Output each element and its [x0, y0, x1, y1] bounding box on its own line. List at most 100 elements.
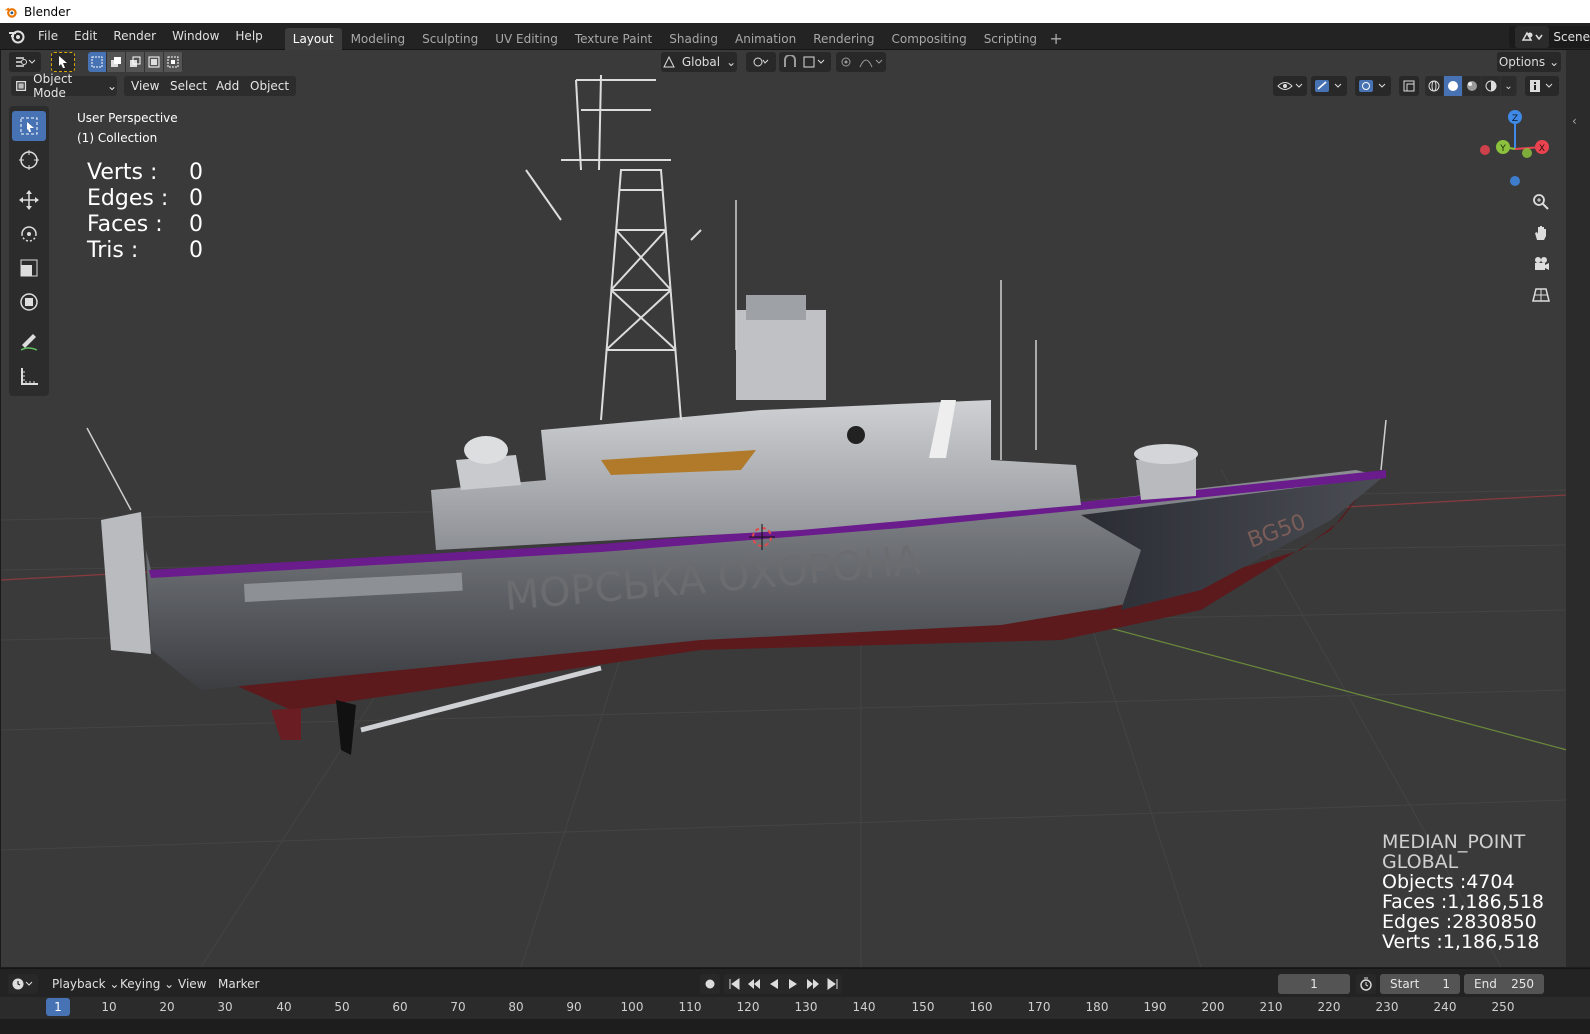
rotate-icon: [21, 226, 37, 242]
menu-help[interactable]: Help: [227, 25, 270, 47]
tool-move[interactable]: [9, 183, 49, 217]
shading-rendered-button[interactable]: [1482, 76, 1501, 96]
frame-tick: 140: [852, 1000, 876, 1014]
camera-view-button[interactable]: [1528, 251, 1554, 277]
object-mode-dropdown[interactable]: Object Mode ⌄: [11, 72, 117, 100]
current-frame-field[interactable]: 1: [1278, 974, 1350, 994]
next-keyframe-icon[interactable]: [806, 978, 820, 990]
editor-type-button[interactable]: [9, 52, 41, 72]
pivot-point-dropdown[interactable]: [746, 52, 776, 72]
menu-render[interactable]: Render: [105, 25, 164, 47]
end-frame-field[interactable]: End 250: [1464, 974, 1544, 994]
active-tool-button[interactable]: [51, 52, 75, 72]
start-frame-field[interactable]: Start 1: [1380, 974, 1460, 994]
play-reverse-icon[interactable]: [768, 978, 780, 990]
viewport-menu-object[interactable]: Object: [243, 76, 297, 96]
options-dropdown[interactable]: Options ⌄: [1497, 52, 1561, 72]
scene-field[interactable]: Scene: [1509, 25, 1590, 48]
timeline-track-area[interactable]: [0, 1019, 1590, 1034]
menu-window[interactable]: Window: [164, 25, 227, 47]
sidebar-collapsed[interactable]: ‹: [1566, 50, 1590, 967]
timeline-menu-view[interactable]: View: [172, 973, 212, 995]
stat-label: Verts :: [87, 160, 158, 185]
select-new-button[interactable]: [88, 52, 107, 72]
xray-icon: [1403, 80, 1415, 92]
menu-edit[interactable]: Edit: [66, 25, 105, 47]
select-subtract-button[interactable]: [126, 52, 145, 72]
menu-file[interactable]: File: [30, 25, 66, 47]
overlays-toggle[interactable]: [1355, 76, 1391, 96]
scene-icon[interactable]: [1515, 25, 1550, 48]
tab-rendering[interactable]: Rendering: [805, 28, 882, 50]
orientation-icon: [663, 56, 675, 68]
tool-scale[interactable]: [9, 251, 49, 285]
frame-tick: 130: [794, 1000, 818, 1014]
3d-viewport[interactable]: МОРСЬКА ОХОРОНА BG50 Z X Y Global ⌄ Opti…: [0, 50, 1566, 967]
scene-selector: Scene: [1509, 23, 1590, 50]
shading-wireframe-button[interactable]: [1425, 76, 1444, 96]
pan-button[interactable]: [1528, 220, 1554, 246]
shading-material-button[interactable]: [1463, 76, 1482, 96]
jump-start-icon[interactable]: [728, 978, 740, 990]
prev-keyframe-icon[interactable]: [747, 978, 761, 990]
tab-compositing[interactable]: Compositing: [883, 28, 974, 50]
viewport-menu-view[interactable]: View: [124, 76, 167, 96]
timeline-menu-keying[interactable]: Keying ⌄: [114, 973, 180, 995]
preview-range-button[interactable]: [1356, 974, 1376, 994]
tool-measure[interactable]: [9, 359, 49, 393]
eye-icon: [1277, 82, 1303, 90]
snapping-controls[interactable]: [779, 52, 831, 72]
gizmo-toggle[interactable]: [1311, 76, 1347, 96]
select-extend-button[interactable]: [107, 52, 126, 72]
overlays-icon: [1359, 80, 1386, 92]
blender-menu-icon[interactable]: [4, 23, 30, 50]
tab-uv-editing[interactable]: UV Editing: [487, 28, 566, 50]
tool-cursor[interactable]: [9, 143, 49, 177]
tab-shading[interactable]: Shading: [661, 28, 726, 50]
zoom-button[interactable]: [1528, 189, 1554, 215]
tab-layout[interactable]: Layout: [284, 27, 342, 50]
edges-count: Edges :2830850: [1382, 911, 1537, 933]
clock-icon: [12, 978, 33, 990]
shading-solid-button[interactable]: [1444, 76, 1463, 96]
tool-transform[interactable]: [9, 285, 49, 319]
select-invert-button[interactable]: [145, 52, 164, 72]
tab-sculpting[interactable]: Sculpting: [414, 28, 486, 50]
chevron-down-icon: ⌄: [106, 79, 117, 93]
shading-options-button[interactable]: ⌄: [1501, 76, 1517, 96]
viewport-info-dropdown[interactable]: [1525, 76, 1559, 96]
cursor-arrow-icon: [59, 56, 67, 68]
visibility-dropdown[interactable]: [1273, 76, 1307, 96]
xray-toggle[interactable]: [1399, 76, 1419, 96]
viewport-menu-header: Object Mode ⌄ View Select Add Object ⌄: [1, 72, 1566, 100]
tab-animation[interactable]: Animation: [727, 28, 804, 50]
record-button[interactable]: [700, 974, 720, 994]
timeline-menu-marker[interactable]: Marker: [212, 973, 265, 995]
select-intersect-button[interactable]: [164, 52, 183, 72]
tab-scripting[interactable]: Scripting: [976, 28, 1045, 50]
perspective-toggle-button[interactable]: [1528, 282, 1554, 308]
add-workspace-button[interactable]: +: [1046, 28, 1066, 50]
tool-select-box[interactable]: [9, 109, 49, 143]
timeline-editor: Playback ⌄ Keying ⌄ View Marker 1 Start …: [0, 968, 1590, 1034]
viewport-menu-add[interactable]: Add: [209, 76, 247, 96]
proportional-editing-controls[interactable]: [836, 52, 886, 72]
tool-annotate[interactable]: [9, 325, 49, 359]
tool-rotate[interactable]: [9, 217, 49, 251]
viewport-menu-select[interactable]: Select: [163, 76, 215, 96]
tab-modeling[interactable]: Modeling: [343, 28, 414, 50]
svg-text:X: X: [1539, 144, 1545, 154]
orientation-mode-label: GLOBAL: [1382, 851, 1459, 873]
transform-orientation-dropdown[interactable]: Global ⌄: [661, 52, 737, 72]
navigation-gizmo[interactable]: Z X Y: [1480, 110, 1549, 186]
zoom-magnifier-icon: [1533, 194, 1549, 210]
play-icon[interactable]: [787, 978, 799, 990]
playhead[interactable]: 1: [46, 998, 70, 1016]
timeline-ruler[interactable]: 10 20 30 40 50 60 70 80 90 100 110 120 1…: [0, 997, 1590, 1019]
jump-end-icon[interactable]: [827, 978, 839, 990]
frame-tick: 10: [101, 1000, 117, 1014]
svg-text:Y: Y: [1499, 144, 1506, 154]
tab-texture-paint[interactable]: Texture Paint: [567, 28, 660, 50]
frame-tick: 60: [392, 1000, 408, 1014]
timeline-editor-type-button[interactable]: [8, 974, 38, 994]
